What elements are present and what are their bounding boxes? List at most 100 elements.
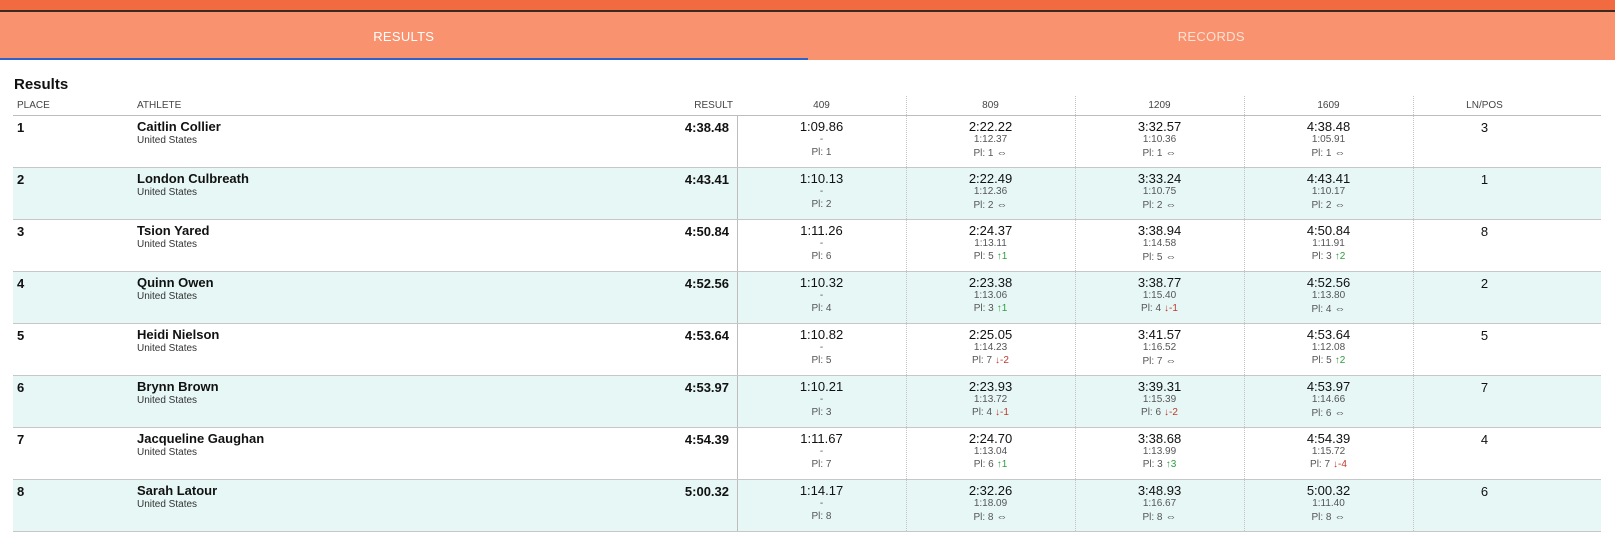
athlete-name[interactable]: Jacqueline Gaughan — [137, 431, 264, 446]
position-down-indicator: ↓-2 — [1164, 407, 1178, 418]
column-divider — [1244, 480, 1245, 531]
table-row[interactable]: 8 Sarah Latour United States 5:00.32 1:1… — [13, 480, 1601, 532]
table-row[interactable]: 7 Jacqueline Gaughan United States 4:54.… — [13, 428, 1601, 480]
table-row[interactable]: 5 Heidi Nielson United States 4:53.64 1:… — [13, 324, 1601, 376]
split-place: Pl: 6 ⇔ — [1244, 406, 1413, 421]
header-result: RESULT — [694, 100, 733, 111]
split-place: Pl: 4 ↓-1 — [1075, 302, 1244, 316]
lap-time: - — [819, 446, 824, 457]
lane-cell: 2 — [1480, 276, 1489, 291]
split-place-label: Pl: 7 — [1142, 356, 1163, 367]
position-same-icon: ⇔ — [996, 511, 1008, 523]
athlete-cell: Jacqueline Gaughan United States — [137, 431, 264, 458]
position-same-icon: ⇔ — [1334, 147, 1346, 159]
split-place: Pl: 1 ⇔ — [1244, 146, 1413, 161]
split-cell: 3:38.77 1:15.40 Pl: 4 ↓-1 — [1075, 272, 1244, 324]
place-cell: 8 — [17, 484, 25, 499]
split-place-label: Pl: 3 — [811, 407, 832, 418]
split-place-label: Pl: 1 — [811, 147, 832, 158]
split-place: Pl: 7 ⇔ — [1075, 354, 1244, 369]
athlete-name[interactable]: Brynn Brown — [137, 379, 219, 394]
split-time: 2:23.93 — [968, 379, 1013, 394]
place-cell: 5 — [17, 328, 25, 343]
split-place: Pl: 2 ⇔ — [906, 198, 1075, 213]
column-divider — [1244, 376, 1245, 427]
lap-time: 1:10.17 — [1311, 186, 1346, 197]
split-place: Pl: 1 ⇔ — [1075, 146, 1244, 161]
athlete-name[interactable]: Tsion Yared — [137, 223, 210, 238]
header-split-2: 809 — [982, 100, 999, 111]
athlete-name[interactable]: Heidi Nielson — [137, 327, 219, 342]
split-time: 1:10.32 — [799, 275, 844, 290]
lane-cell: 8 — [1480, 224, 1489, 239]
place-cell: 3 — [17, 224, 25, 239]
result-time: 4:50.84 — [684, 224, 729, 239]
split-time: 1:10.82 — [799, 327, 844, 342]
split-place: Pl: 4 ⇔ — [1244, 302, 1413, 317]
split-place: Pl: 8 ⇔ — [1075, 510, 1244, 525]
table-header: PLACE ATHLETE RESULT 409 809 1209 1609 L… — [13, 96, 1601, 116]
split-time: 1:14.17 — [799, 483, 844, 498]
results-table: PLACE ATHLETE RESULT 409 809 1209 1609 L… — [13, 96, 1601, 532]
lap-time: 1:15.40 — [1142, 290, 1177, 301]
lane-cell: 4 — [1480, 432, 1489, 447]
split-cell: 2:25.05 1:14.23 Pl: 7 ↓-2 — [906, 324, 1075, 376]
athlete-name[interactable]: London Culbreath — [137, 171, 249, 186]
split-place-label: Pl: 3 — [973, 303, 994, 314]
column-divider — [1075, 220, 1076, 271]
column-divider — [906, 376, 907, 427]
position-same-icon: ⇔ — [1165, 251, 1177, 263]
split-cell: 2:32.26 1:18.09 Pl: 8 ⇔ — [906, 480, 1075, 532]
lap-time: 1:11.91 — [1312, 238, 1345, 249]
table-row[interactable]: 3 Tsion Yared United States 4:50.84 1:11… — [13, 220, 1601, 272]
split-time: 5:00.32 — [1306, 483, 1351, 498]
place-cell: 4 — [17, 276, 25, 291]
table-row[interactable]: 4 Quinn Owen United States 4:52.56 1:10.… — [13, 272, 1601, 324]
split-cell: 1:09.86 - Pl: 1 — [737, 116, 906, 168]
lap-time: 1:13.11 — [974, 238, 1007, 249]
split-cell: 3:39.31 1:15.39 Pl: 6 ↓-2 — [1075, 376, 1244, 428]
split-place: Pl: 2 ⇔ — [1075, 198, 1244, 213]
column-divider — [1075, 272, 1076, 323]
split-cell: 1:10.82 - Pl: 5 — [737, 324, 906, 376]
lap-time: 1:18.09 — [973, 498, 1008, 509]
split-place-label: Pl: 5 — [1142, 252, 1163, 263]
position-same-icon: ⇔ — [1334, 511, 1346, 523]
table-row[interactable]: 1 Caitlin Collier United States 4:38.48 … — [13, 116, 1601, 168]
tab-results[interactable]: RESULTS — [0, 12, 808, 60]
split-cell: 5:00.32 1:11.40 Pl: 8 ⇔ — [1244, 480, 1413, 532]
split-time: 2:23.38 — [968, 275, 1013, 290]
result-time: 4:52.56 — [684, 276, 729, 291]
position-up-indicator: ↑2 — [1334, 251, 1346, 262]
position-same-icon: ⇔ — [1165, 147, 1177, 159]
lap-time: 1:14.66 — [1311, 394, 1346, 405]
split-time: 4:53.64 — [1306, 327, 1351, 342]
position-down-indicator: ↓-2 — [995, 355, 1009, 366]
lap-time: 1:10.36 — [1142, 134, 1177, 145]
athlete-cell: Caitlin Collier United States — [137, 119, 221, 146]
athlete-name[interactable]: Caitlin Collier — [137, 119, 221, 134]
split-place-label: Pl: 5 — [973, 251, 994, 262]
split-place: Pl: 6 ↓-2 — [1075, 406, 1244, 420]
athlete-cell: Quinn Owen United States — [137, 275, 214, 302]
split-place: Pl: 3 ↑3 — [1075, 458, 1244, 472]
split-place: Pl: 3 ↑1 — [906, 302, 1075, 316]
split-time: 1:09.86 — [799, 119, 844, 134]
split-cell: 1:11.67 - Pl: 7 — [737, 428, 906, 480]
split-time: 2:25.05 — [968, 327, 1013, 342]
athlete-country: United States — [137, 187, 198, 198]
table-row[interactable]: 6 Brynn Brown United States 4:53.97 1:10… — [13, 376, 1601, 428]
table-row[interactable]: 2 London Culbreath United States 4:43.41… — [13, 168, 1601, 220]
split-time: 3:39.31 — [1137, 379, 1182, 394]
split-cell: 3:48.93 1:16.67 Pl: 8 ⇔ — [1075, 480, 1244, 532]
athlete-name[interactable]: Sarah Latour — [137, 483, 217, 498]
athlete-name[interactable]: Quinn Owen — [137, 275, 214, 290]
column-divider — [1075, 96, 1076, 115]
tab-records[interactable]: RECORDS — [808, 12, 1615, 60]
split-place-label: Pl: 5 — [811, 355, 832, 366]
split-place-label: Pl: 4 — [811, 303, 832, 314]
column-divider — [906, 480, 907, 531]
lane-cell: 1 — [1480, 172, 1489, 187]
split-place: Pl: 8 ⇔ — [906, 510, 1075, 525]
lap-time: - — [819, 290, 824, 301]
